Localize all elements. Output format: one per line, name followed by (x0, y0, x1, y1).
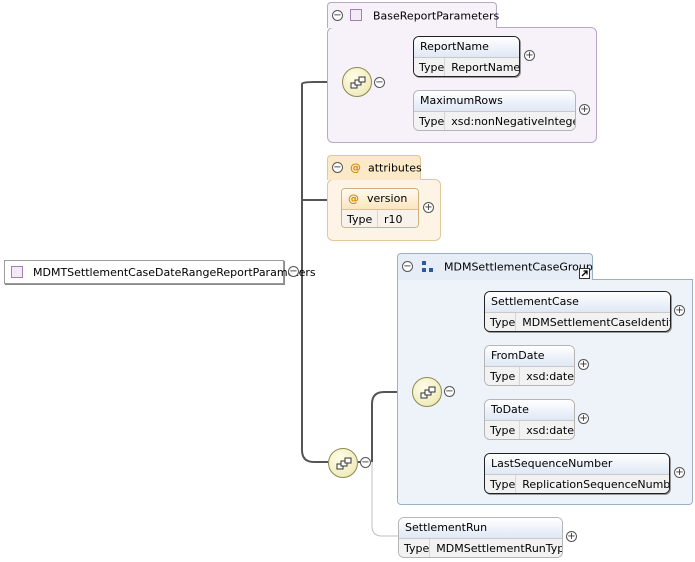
sequence-icon (336, 457, 352, 470)
element-from-date[interactable]: FromDate Type xsd:date (484, 345, 575, 386)
attribute-icon: @ (350, 161, 361, 174)
expand-settlement-run-button[interactable]: + (566, 531, 577, 542)
mdm-settlement-case-group-tab[interactable]: − MDMSettlementCaseGroup (397, 253, 593, 280)
group-reference-icon (422, 261, 433, 272)
base-sequence-collapse-toggle[interactable]: − (374, 77, 385, 88)
element-maximum-rows[interactable]: MaximumRows Type xsd:nonNegativeInteger (413, 90, 576, 131)
external-link-icon[interactable] (579, 268, 590, 279)
element-to-date[interactable]: ToDate Type xsd:date (484, 399, 575, 440)
element-last-sequence-number[interactable]: LastSequenceNumber Type ReplicationSequen… (484, 453, 670, 494)
base-report-parameters-label: BaseReportParameters (373, 9, 500, 22)
mdm-group-collapse-toggle[interactable]: − (402, 261, 413, 272)
attribute-type: r10 (377, 210, 403, 227)
root-element-label: MDMTSettlementCaseDateRangeReportParamet… (33, 266, 316, 279)
group-icon (350, 9, 362, 21)
base-group-collapse-toggle[interactable]: − (332, 10, 343, 21)
element-name: SettlementRun (399, 518, 562, 539)
element-type: ReportName (444, 58, 519, 76)
base-sequence-compositor[interactable] (342, 67, 372, 97)
attribute-name: version (367, 192, 408, 205)
element-settlement-case[interactable]: SettlementCase Type MDMSettlementCaseIden… (484, 291, 671, 332)
element-type: xsd:nonNegativeInteger (444, 112, 575, 130)
attribute-version[interactable]: @ version Type r10 (341, 188, 419, 228)
main-sequence-compositor[interactable] (328, 448, 358, 478)
main-sequence-collapse-toggle[interactable]: − (360, 457, 371, 468)
element-name: FromDate (485, 346, 574, 367)
expand-version-button[interactable]: + (423, 202, 434, 213)
element-type: xsd:date (519, 421, 574, 439)
root-collapse-toggle[interactable]: − (288, 266, 299, 277)
attributes-collapse-toggle[interactable]: − (332, 162, 343, 173)
expand-from-date-button[interactable]: + (578, 359, 589, 370)
element-name: MaximumRows (414, 91, 575, 112)
attributes-tab[interactable]: − @ attributes (327, 155, 422, 180)
element-icon (11, 266, 23, 278)
expand-last-sequence-number-button[interactable]: + (674, 467, 685, 478)
element-name: LastSequenceNumber (485, 454, 669, 475)
base-report-parameters-tab[interactable]: − BaseReportParameters (327, 2, 500, 28)
element-type: MDMSettlementRunType (429, 539, 562, 557)
element-settlement-run[interactable]: SettlementRun Type MDMSettlementRunType (398, 517, 563, 558)
expand-report-name-button[interactable]: + (524, 50, 535, 61)
mdm-group-sequence-compositor[interactable] (412, 377, 442, 407)
expand-to-date-button[interactable]: + (578, 413, 589, 424)
attributes-label: attributes (368, 161, 422, 175)
sequence-icon (350, 76, 366, 89)
element-type: xsd:date (519, 367, 574, 385)
attribute-icon: @ (348, 192, 359, 205)
element-name: ToDate (485, 400, 574, 421)
expand-maximum-rows-button[interactable]: + (579, 104, 590, 115)
element-type: MDMSettlementCaseIdentifier (515, 313, 670, 331)
element-name: ReportName (414, 37, 519, 58)
expand-settlement-case-button[interactable]: + (674, 305, 685, 316)
sequence-icon (420, 386, 436, 399)
root-element[interactable]: MDMTSettlementCaseDateRangeReportParamet… (4, 260, 316, 284)
element-type: ReplicationSequenceNumber (515, 475, 669, 493)
mdm-settlement-case-group-label: MDMSettlementCaseGroup (444, 260, 593, 274)
element-name: SettlementCase (485, 292, 670, 313)
mdm-sequence-collapse-toggle[interactable]: − (444, 386, 455, 397)
element-report-name[interactable]: ReportName Type ReportName (413, 36, 520, 77)
